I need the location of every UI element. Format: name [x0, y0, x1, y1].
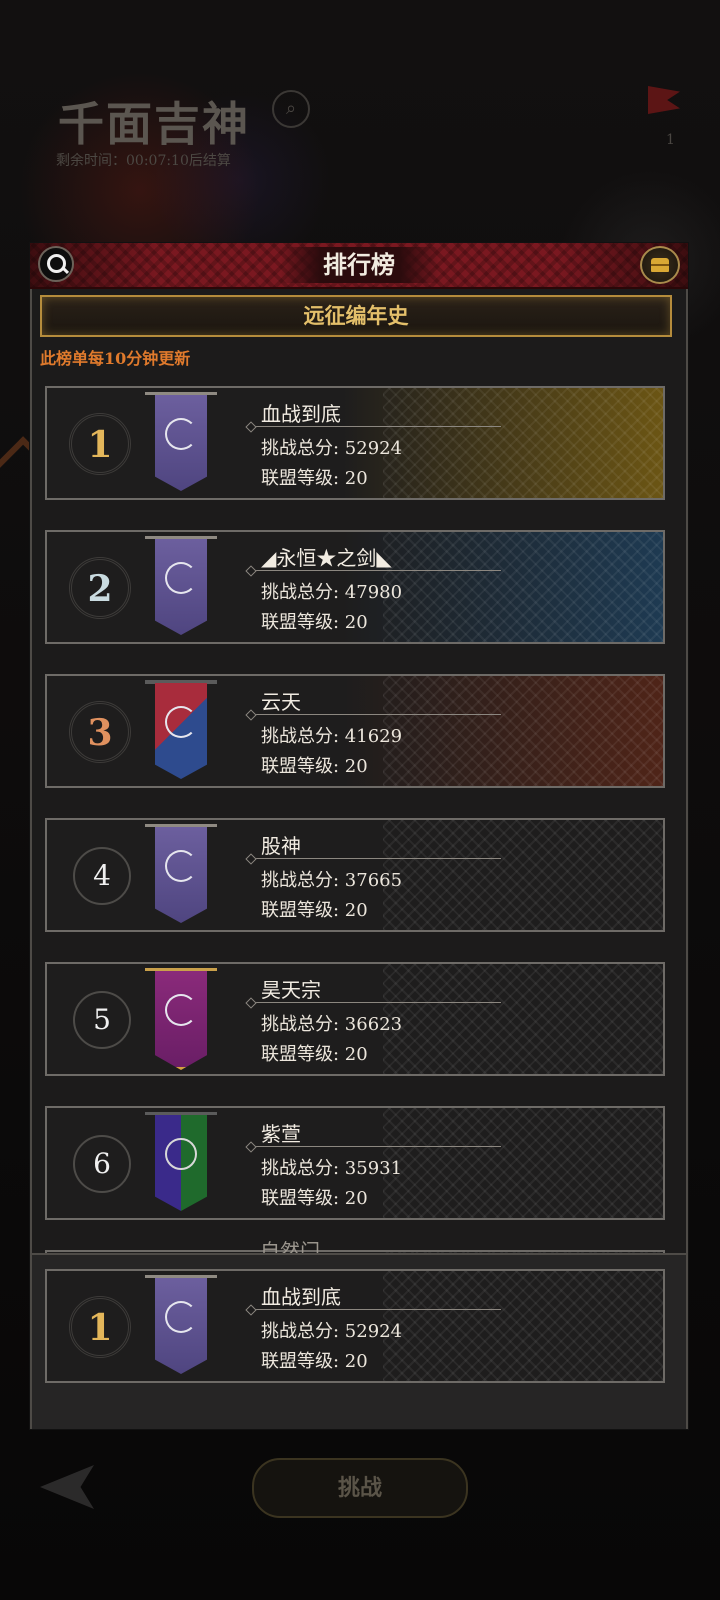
alliance-name: 紫萱: [261, 1122, 301, 1146]
name-divider: [247, 570, 501, 571]
panel-title: 排行榜: [323, 250, 395, 279]
purple-crescent-banner-icon: [145, 532, 217, 640]
alliance-name: 昊天宗: [261, 978, 321, 1002]
alliance-name: 云天: [261, 690, 301, 714]
name-divider: [247, 1309, 501, 1310]
purple-crescent-banner-icon: [145, 388, 217, 496]
magenta-gold-banner-icon: [145, 964, 217, 1072]
challenge-score: 挑战总分: 41629: [261, 726, 403, 747]
row-pattern: [383, 388, 663, 498]
row-pattern: [383, 820, 663, 930]
alliance-name: 血战到底: [261, 402, 341, 426]
alliance-name: 股神: [261, 834, 301, 858]
alliance-name: 血战到底: [261, 1285, 341, 1309]
name-divider: [247, 1146, 501, 1147]
challenge-score: 挑战总分: 47980: [261, 582, 403, 603]
purple-crescent-banner-icon: [145, 1271, 217, 1379]
alliance-level: 联盟等级: 20: [261, 900, 368, 921]
tab-expedition-chronicle[interactable]: 远征编年史: [40, 295, 672, 337]
challenge-score: 挑战总分: 52924: [261, 1321, 403, 1342]
alliance-level: 联盟等级: 20: [261, 1351, 368, 1372]
treasure-chest-icon[interactable]: [640, 246, 680, 284]
search-icon[interactable]: [38, 246, 74, 282]
leaderboard-row[interactable]: 2 ◢永恒★之剑◣ 挑战总分: 47980 联盟等级: 20: [45, 530, 665, 644]
leaderboard-row[interactable]: 3 云天 挑战总分: 41629 联盟等级: 20: [45, 674, 665, 788]
event-timer: 剩余时间：00:07:10后结算: [56, 153, 231, 169]
leaderboard-panel: 排行榜 远征编年史 此榜单每10分钟更新 1 血战到底 挑战总分: 52924 …: [30, 243, 688, 1429]
name-divider: [247, 1002, 501, 1003]
alliance-level: 联盟等级: 20: [261, 1188, 368, 1209]
challenge-score: 挑战总分: 35931: [261, 1158, 403, 1179]
row-pattern: [383, 676, 663, 786]
alliance-level: 联盟等级: 20: [261, 468, 368, 489]
flag-count: 1: [666, 132, 675, 148]
row-pattern: [383, 1271, 663, 1381]
update-notice: 此榜单每10分钟更新: [40, 349, 191, 368]
alliance-level: 联盟等级: 20: [261, 612, 368, 633]
panel-header: 排行榜: [30, 243, 688, 289]
challenge-button[interactable]: 挑战: [252, 1458, 468, 1518]
name-divider: [247, 426, 501, 427]
rank-badge: 3: [69, 701, 131, 763]
red-blue-banner-icon: [145, 676, 217, 784]
leaderboard-row[interactable]: 4 股神 挑战总分: 37665 联盟等级: 20: [45, 818, 665, 932]
alliance-level: 联盟等级: 20: [261, 756, 368, 777]
event-search-icon[interactable]: ⌕: [272, 90, 310, 128]
rank-badge: 6: [73, 1135, 131, 1193]
rank-badge: 2: [69, 557, 131, 619]
rank-badge: 5: [73, 991, 131, 1049]
my-rank-section: 1 血战到底 挑战总分: 52924 联盟等级: 20: [32, 1253, 686, 1429]
my-rank-row[interactable]: 1 血战到底 挑战总分: 52924 联盟等级: 20: [45, 1269, 665, 1383]
rank-badge: 1: [69, 413, 131, 475]
row-pattern: [383, 1108, 663, 1218]
purple-green-tree-banner-icon: [145, 1108, 217, 1216]
event-title: 千面吉神: [58, 97, 250, 151]
challenge-score: 挑战总分: 52924: [261, 438, 403, 459]
purple-crescent-banner-icon: [145, 820, 217, 928]
challenge-score: 挑战总分: 36623: [261, 1014, 403, 1035]
alliance-name: ◢永恒★之剑◣: [261, 546, 392, 570]
leaderboard-row[interactable]: 1 血战到底 挑战总分: 52924 联盟等级: 20: [45, 386, 665, 500]
alliance-level: 联盟等级: 20: [261, 1044, 368, 1065]
name-divider: [247, 714, 501, 715]
leaderboard-row[interactable]: 5 昊天宗 挑战总分: 36623 联盟等级: 20: [45, 962, 665, 1076]
row-pattern: [383, 964, 663, 1074]
rank-badge: 4: [73, 847, 131, 905]
rank-badge: 1: [69, 1296, 131, 1358]
name-divider: [247, 858, 501, 859]
leaderboard-row[interactable]: 6 紫萱 挑战总分: 35931 联盟等级: 20: [45, 1106, 665, 1220]
row-pattern: [383, 532, 663, 642]
challenge-score: 挑战总分: 37665: [261, 870, 403, 891]
